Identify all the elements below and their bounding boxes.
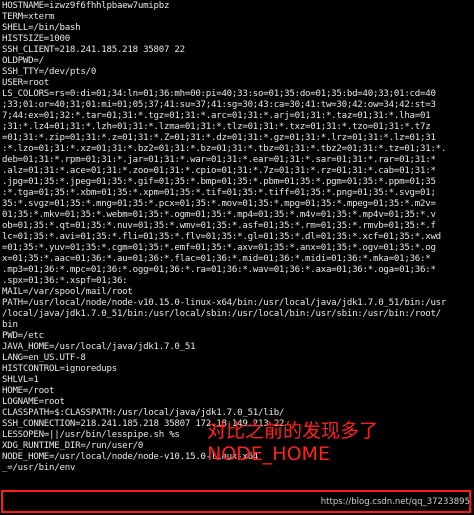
terminal-line: ob=01;35:*.qt=01;35:*.nuv=01;35:*.wmv=01… — [2, 221, 436, 231]
terminal-line: HISTCONTROL=ignoredups — [2, 364, 117, 374]
terminal-line: x=01;35:*.aac=01;36:*.au=01;36:*.flac=01… — [2, 254, 431, 264]
terminal-line: USER=root — [2, 78, 50, 88]
terminal-line: PWD=/etc — [2, 331, 44, 341]
terminal-line: .mp3=01;36:*.mpc=01;36:*.ogg=01;36:*.ra=… — [2, 265, 436, 275]
annotation-line-1: 对比之前的发现多了 — [207, 420, 379, 442]
terminal-line: deb=01;31:*.rpm=01;31:*.jar=01;31:*.war=… — [2, 155, 436, 165]
terminal-line: SHELL=/bin/bash — [2, 23, 81, 33]
terminal-line: 7;44:ex=01;32:*.tar=01;31:*.tgz=01;31:*.… — [2, 111, 431, 121]
terminal-line: SSH_CLIENT=218.241.185.218 35807 22 — [2, 45, 185, 55]
terminal-line: 01;35:*.mkv=01;35:*.webm=01;35:*.ogm=01;… — [2, 210, 436, 220]
terminal-line: LS_COLORS=rs=0:di=01;34:ln=01;36:mh=00:p… — [2, 89, 436, 99]
terminal-line: ;31:*.lz4=01;31:*.lzh=01;31:*.lzma=01;31… — [2, 122, 431, 132]
terminal-line: TERM=xterm — [2, 12, 55, 22]
terminal-line: bin — [2, 320, 18, 330]
terminal-line: .alz=01;31:*.ace=01;31:*.zoo=01;31:*.cpi… — [2, 166, 436, 176]
terminal-line: =01;31:*.zip=01;31:*.z=01;31:*.Z=01;31:*… — [2, 133, 436, 143]
terminal-line: HOSTNAME=izwz9f6fhhlpbaew7umipbz — [2, 1, 170, 11]
terminal-line: PATH=/usr/local/node/node-v10.15.0-linux… — [2, 298, 447, 308]
terminal-line: HOME=/root — [2, 386, 55, 396]
watermark: https://blog.csdn.net/qq_37233895 — [320, 497, 470, 507]
terminal-line: SSH_TTY=/dev/pts/0 — [2, 67, 97, 77]
terminal-line: 35:*.svgz=01;35:*.mng=01;35:*.pcx=01;35:… — [2, 199, 436, 209]
terminal-line: .jpg=01;35:*.jpeg=01;35:*.gif=01;35:*.bm… — [2, 177, 436, 187]
terminal-line: lc=01;35:*.avi=01;35:*.fli=01;35:*.flv=0… — [2, 232, 441, 242]
terminal-line: LOGNAME=root — [2, 397, 65, 407]
terminal-line: .spx=01;36:*.xspf=01;36: — [2, 276, 128, 286]
terminal-line: JAVA_HOME=/usr/local/java/jdk1.7.0_51 — [2, 342, 196, 352]
terminal-line: OLDPWD=/ — [2, 56, 44, 66]
terminal-line: =01;35:*.yuv=01;35:*.cgm=01;35:*.emf=01;… — [2, 243, 436, 253]
terminal-line: LANG=en_US.UTF-8 — [2, 353, 86, 363]
terminal-output: HOSTNAME=izwz9f6fhhlpbaew7umipbz TERM=xte… — [0, 1, 474, 474]
terminal-line: :*.lzo=01;31:*.xz=01;31:*.bz2=01;31:*.bz… — [2, 144, 447, 154]
terminal-line: CLASSPATH=$:CLASSPATH:/usr/local/java/jd… — [2, 408, 285, 418]
terminal-line: HISTSIZE=1000 — [2, 34, 70, 44]
annotation-line-2: NODE_HOME — [207, 443, 330, 465]
terminal-line: MAIL=/var/spool/mail/root — [2, 287, 133, 297]
terminal-line: SHLVL=1 — [2, 375, 39, 385]
terminal-line: :*.tga=01;35:*.xbm=01;35:*.xpm=01;35:*.t… — [2, 188, 436, 198]
terminal-line: /local/java/jdk1.7.0_51/bin:/usr/local/s… — [2, 309, 441, 319]
terminal-window[interactable]: HOSTNAME=izwz9f6fhhlpbaew7umipbz TERM=xte… — [0, 0, 474, 515]
terminal-line: ;33;01:or=40;31;01:mi=01;05;37;41:su=37;… — [2, 100, 436, 110]
annotation-note: 对比之前的发现多了 NODE_HOME — [207, 420, 378, 466]
